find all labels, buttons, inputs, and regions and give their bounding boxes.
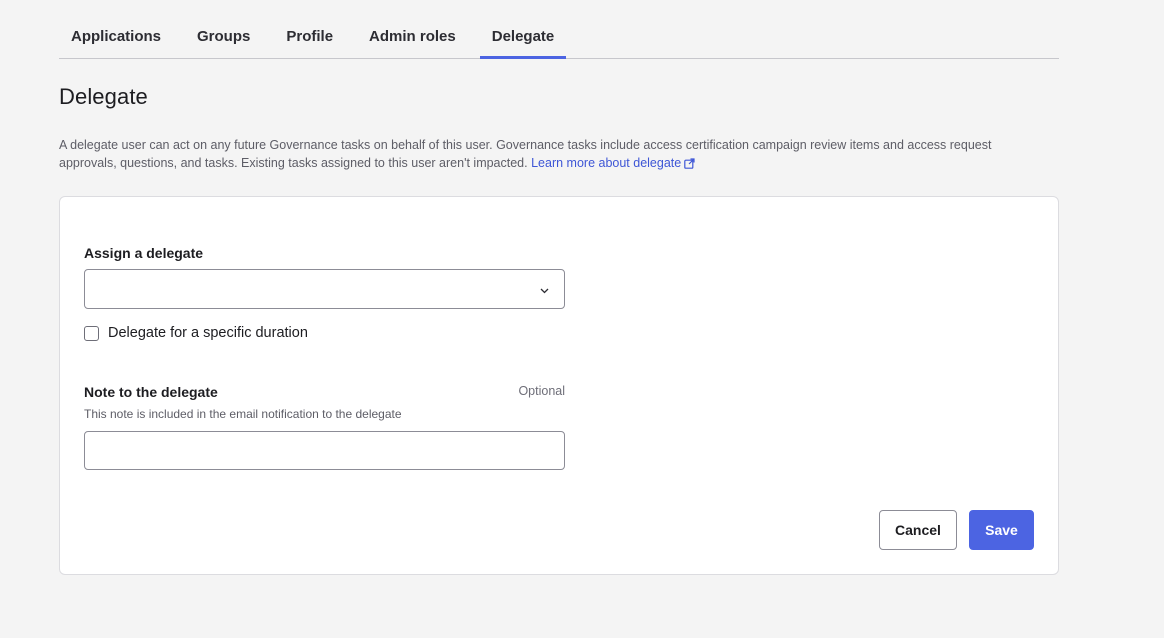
learn-more-link[interactable]: Learn more about delegate (531, 156, 695, 170)
duration-checkbox-label: Delegate for a specific duration (108, 325, 308, 341)
note-input[interactable] (84, 431, 565, 470)
save-button[interactable]: Save (969, 510, 1034, 550)
delegate-form-card: Assign a delegate Delegate for a specifi… (59, 196, 1059, 575)
tab-groups[interactable]: Groups (185, 18, 262, 58)
external-link-icon (684, 156, 695, 174)
tab-profile[interactable]: Profile (274, 18, 345, 58)
chevron-down-icon (539, 283, 550, 301)
learn-more-label: Learn more about delegate (531, 156, 682, 170)
note-label: Note to the delegate (84, 384, 218, 400)
cancel-button[interactable]: Cancel (879, 510, 957, 550)
tab-applications[interactable]: Applications (59, 18, 173, 58)
duration-checkbox[interactable] (84, 325, 99, 341)
tab-bar: Applications Groups Profile Admin roles … (59, 18, 1059, 59)
tab-delegate[interactable]: Delegate (479, 18, 567, 59)
assign-delegate-label: Assign a delegate (84, 245, 204, 261)
page-description: A delegate user can act on any future Go… (59, 136, 1049, 174)
description-text: A delegate user can act on any future Go… (59, 138, 992, 170)
optional-indicator: Optional (518, 384, 565, 398)
tab-admin-roles[interactable]: Admin roles (357, 18, 468, 58)
note-hint: This note is included in the email notif… (84, 407, 402, 421)
assign-delegate-select[interactable] (84, 269, 565, 309)
page-title: Delegate (59, 84, 148, 109)
duration-checkbox-row[interactable]: Delegate for a specific duration (84, 325, 308, 341)
